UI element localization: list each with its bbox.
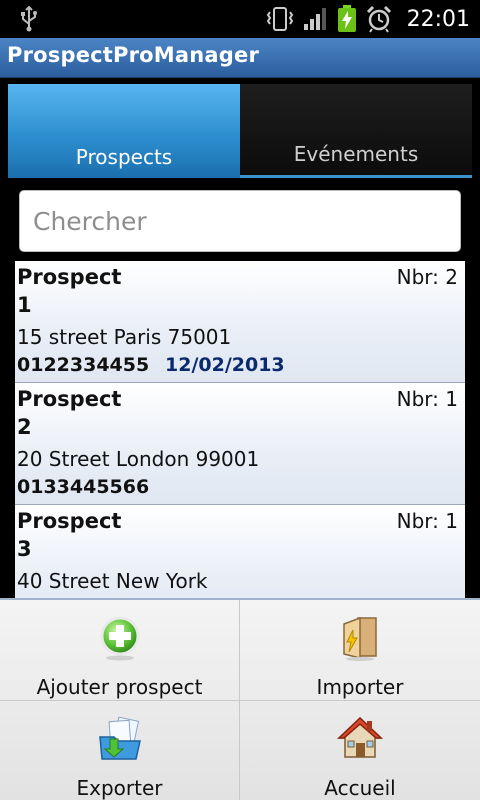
import-button[interactable]: Importer [240,600,480,701]
options-menu: Ajouter prospect Importer Exporter Accue… [0,598,480,800]
usb-icon [21,6,37,32]
menu-label: Accueil [324,776,396,800]
prospect-date: 12/02/2013 [165,354,285,376]
prospect-address: 15 street Paris 75001 [17,325,232,349]
menu-label: Importer [316,675,404,699]
alarm-icon [366,5,391,33]
tab-prospects[interactable]: Prospects [8,84,240,178]
export-icon [98,716,141,760]
prospect-count: Nbr: 1 [396,387,458,411]
list-item[interactable]: Prospect 2 Nbr: 1 20 Street London 99001… [15,383,465,505]
export-button[interactable]: Exporter [0,701,240,800]
battery-charging-icon [337,5,356,32]
add-prospect-button[interactable]: Ajouter prospect [0,600,240,701]
title-bar: ProspectProManager [0,38,480,78]
prospect-phone: 0133445566 [17,476,150,498]
app-title: ProspectProManager [7,43,260,67]
prospect-name: Prospect 2 [17,387,122,439]
menu-label: Ajouter prospect [36,675,203,699]
prospect-name: Prospect 1 [17,265,122,317]
tab-evenements[interactable]: Evénements [240,84,472,178]
tab-label: Prospects [75,145,173,169]
prospect-address: 20 Street London 99001 [17,447,260,471]
home-icon [337,716,383,758]
prospect-phone: 0122334455 [17,354,150,376]
status-bar: 22:01 [0,0,480,38]
list-item[interactable]: Prospect 1 Nbr: 2 15 street Paris 75001 … [15,261,465,383]
tab-label: Evénements [293,142,419,166]
clock: 22:01 [406,6,470,32]
tab-bar: Prospects Evénements [8,84,472,178]
signal-icon [303,8,326,30]
add-icon [100,616,139,661]
prospect-address: 40 Street New York [17,569,208,593]
prospect-count: Nbr: 1 [396,509,458,533]
import-icon [343,616,377,661]
home-button[interactable]: Accueil [240,701,480,800]
prospect-name: Prospect 3 [17,509,122,561]
prospect-count: Nbr: 2 [396,265,458,289]
menu-label: Exporter [76,776,163,800]
prospect-list[interactable]: Prospect 1 Nbr: 2 15 street Paris 75001 … [15,261,465,601]
search-input[interactable] [19,190,461,252]
vibrate-icon [266,7,293,31]
list-item[interactable]: Prospect 3 Nbr: 1 40 Street New York [15,505,465,601]
